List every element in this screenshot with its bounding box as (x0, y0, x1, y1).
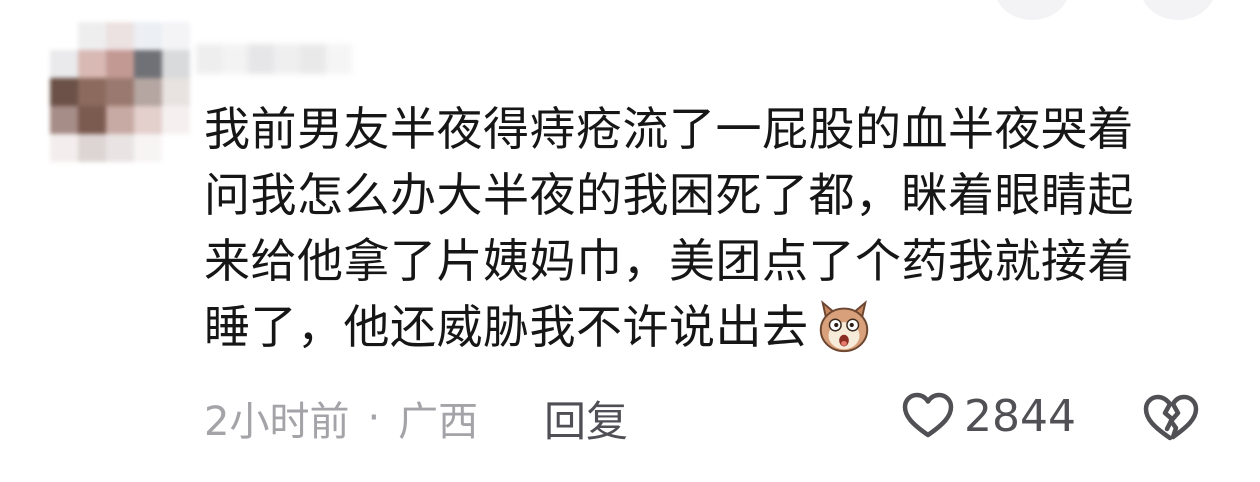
comment-time: 2小时前 (204, 399, 350, 445)
comment-location: 广西 (398, 399, 479, 445)
avatar[interactable] (50, 22, 190, 162)
comment-line-3: 来给他拿了片姨妈巾，美团点了个药我就接着 (204, 234, 1134, 288)
top-action-button-right[interactable] (1140, 0, 1216, 20)
top-action-button-left[interactable] (994, 0, 1070, 20)
comment-text: 我前男友半夜得痔疮流了一屁股的血半夜哭着 问我怎么办大半夜的我困死了都，眯着眼睛起… (204, 96, 1204, 360)
shocked-dog-emoji-icon (819, 300, 868, 353)
comment-line-1: 我前男友半夜得痔疮流了一屁股的血半夜哭着 (204, 102, 1134, 156)
meta-separator: · (367, 395, 381, 441)
like-count: 2844 (964, 390, 1076, 442)
broken-heart-icon[interactable] (1140, 388, 1200, 448)
comment-meta: 2小时前 · 广西 (204, 388, 478, 448)
username-blurred[interactable] (196, 44, 352, 78)
like-button[interactable]: 2844 (900, 384, 1076, 448)
comment-line-4: 睡了，他还威胁我不许说出去 (204, 300, 809, 354)
comment-card: 我前男友半夜得痔疮流了一屁股的血半夜哭着 问我怎么办大半夜的我困死了都，眯着眼睛起… (0, 0, 1260, 482)
comment-line-2: 问我怎么办大半夜的我困死了都，眯着眼睛起 (204, 168, 1134, 222)
reply-button[interactable]: 回复 (544, 388, 628, 448)
heart-outline-icon (902, 392, 954, 438)
